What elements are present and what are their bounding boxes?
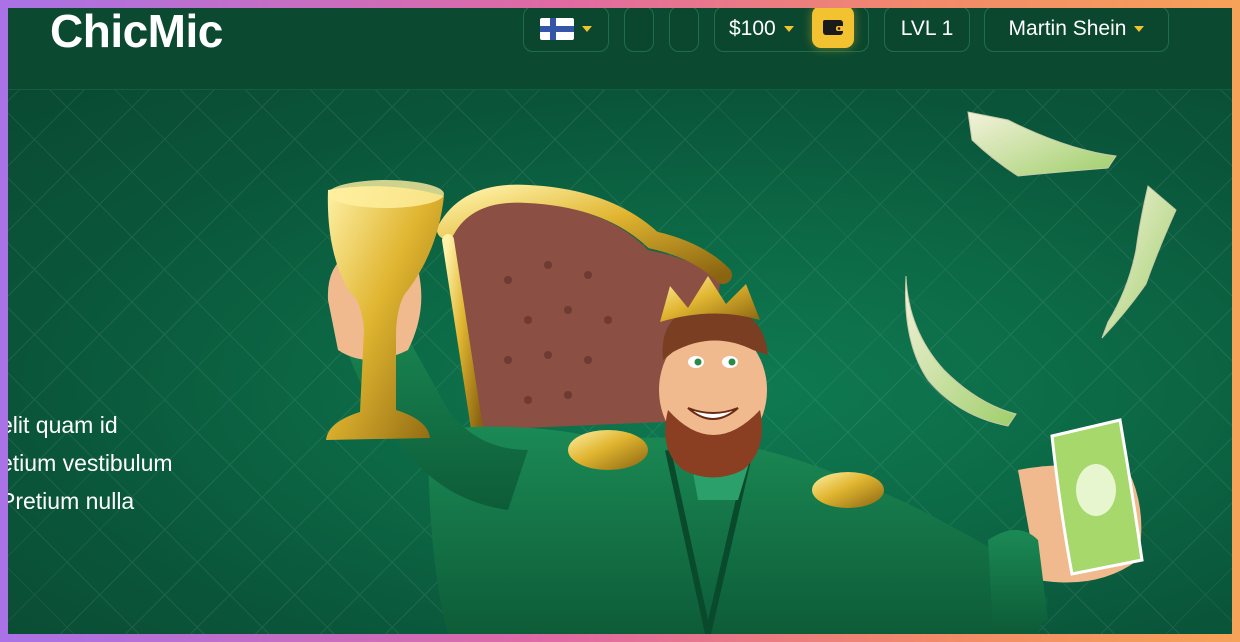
chevron-down-icon <box>582 26 592 32</box>
wallet-icon <box>823 20 844 35</box>
language-selector[interactable] <box>523 8 609 52</box>
king-character-illustration <box>326 111 1177 634</box>
king-head-icon <box>659 305 768 478</box>
flying-cash-icon <box>905 111 1177 427</box>
user-name: Martin Shein <box>1008 17 1127 40</box>
chevron-down-icon <box>783 26 794 32</box>
empty-header-button-2[interactable] <box>669 8 699 52</box>
wallet-button[interactable] <box>812 8 854 48</box>
empty-header-button-1[interactable] <box>624 8 654 52</box>
level-badge[interactable]: LVL 1 <box>884 8 970 52</box>
finland-flag-icon <box>540 18 574 40</box>
balance-amount: $100 <box>729 17 776 40</box>
screenshot-frame: ChicMic $100 LVL 1 Martin Shein elit qua… <box>0 0 1240 642</box>
app-window: ChicMic $100 LVL 1 Martin Shein elit qua… <box>8 8 1232 634</box>
top-header: ChicMic $100 LVL 1 Martin Shein <box>8 8 1232 90</box>
level-text: LVL 1 <box>900 17 954 40</box>
hero-banner: elit quam id etium vestibulum Pretium nu… <box>8 90 1232 634</box>
chevron-down-icon <box>1134 26 1145 32</box>
brand-logo[interactable]: ChicMic <box>50 8 223 58</box>
user-menu[interactable]: Martin Shein <box>984 8 1169 52</box>
